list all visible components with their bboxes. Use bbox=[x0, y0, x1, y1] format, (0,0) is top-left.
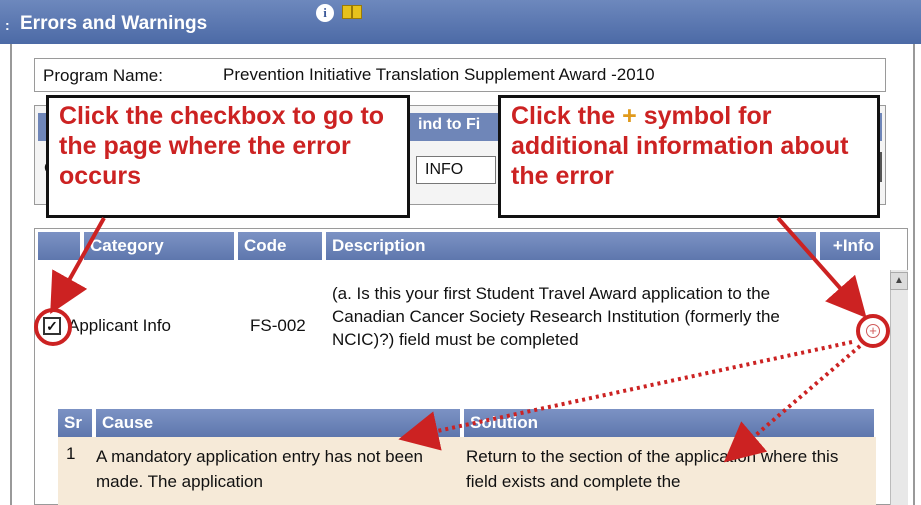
arrow-to-plus bbox=[776, 216, 867, 318]
annotation-arrows bbox=[50, 216, 867, 463]
arrow-to-checkbox bbox=[50, 217, 106, 314]
dotted-arrow-to-cause bbox=[398, 340, 853, 451]
